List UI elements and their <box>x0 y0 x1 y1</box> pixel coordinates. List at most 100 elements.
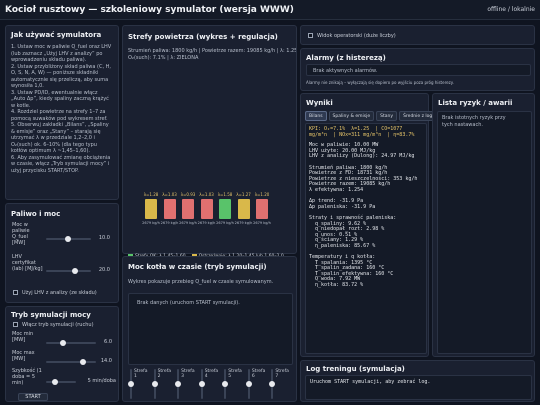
analysis-checkbox[interactable] <box>13 290 18 295</box>
trend-chart-area: Brak danych (uruchom START symulacji). <box>128 293 293 365</box>
alarms-panel: Alarmy (z histerezą) Brak aktywnych alar… <box>300 48 535 91</box>
risks-text: Brak istotnych ryzyk przy tych nastawach… <box>442 115 506 128</box>
zones-panel: Strefy powietrza (wykres + regulacja) St… <box>122 25 297 278</box>
results-tab[interactable]: Średnie z log <box>399 111 437 121</box>
log-box: Uruchom START symulacji, aby zebrać log. <box>305 375 532 400</box>
zone-slider[interactable] <box>269 369 276 399</box>
risks-box: Brak istotnych ryzyk przy tych nastawach… <box>437 111 532 354</box>
zone-slider-label: Strefa 1 <box>134 369 148 379</box>
operator-checkbox[interactable] <box>308 33 313 38</box>
zone-slider[interactable] <box>175 369 182 399</box>
zone-slider[interactable] <box>151 369 158 399</box>
results-tab[interactable]: Spaliny & emisje <box>328 111 375 121</box>
moc-value: 10.0 <box>98 235 110 241</box>
zone-slider[interactable] <box>245 369 252 399</box>
zone-slider-knob[interactable] <box>151 381 158 387</box>
zone-slider[interactable] <box>128 369 134 399</box>
speed-label: Szybkość (1 doba = 5 min) <box>12 368 42 386</box>
zone-chart: λ=1.28 2679 kg/h λ=1.03 2679 kg/h λ=0.93 2679… <box>142 167 275 237</box>
zone-bar-label: λ=1.20 <box>254 192 270 197</box>
zones-title: Strefy powietrza (wykres + regulacja) <box>128 33 278 41</box>
operator-panel: Widok operatorski (duże liczby) <box>300 25 535 45</box>
speed-slider-knob[interactable] <box>52 379 58 385</box>
max-value: 14.0 <box>100 358 112 364</box>
results-panel: Wyniki Bilans Spaliny & emisje Stany Średni… <box>300 93 437 357</box>
zone-slider-label: Strefa 5 <box>228 369 242 379</box>
zone-bar-flow: 2679 kg/h <box>160 221 179 225</box>
top-bar: Kocioł rusztowy — szkoleniowy symulator … <box>0 0 540 20</box>
zone-slider-knob[interactable] <box>222 381 229 387</box>
instructions-title: Jak używać symulatora <box>11 31 102 39</box>
zone-slider[interactable] <box>222 369 229 399</box>
trend-desc: Wykres pokazuje przebieg Q_fuel w czasie… <box>128 279 274 285</box>
fuel-title: Paliwo i moc <box>11 210 61 218</box>
zone-sliders: Strefa 1 Strefa 2 Strefa 3 Strefa 4 Strefa 5… <box>128 369 293 401</box>
speed-slider[interactable] <box>46 379 76 385</box>
sim-enable-label: Włącz tryb symulacji (ruchu) <box>22 322 94 328</box>
moc-slider[interactable] <box>46 236 91 242</box>
zone-slider-label: Strefa 3 <box>181 369 195 379</box>
lhv-slider-knob[interactable] <box>72 268 78 274</box>
zone-slider-label: Strefa 2 <box>157 369 172 379</box>
zone-slider[interactable] <box>198 369 205 399</box>
min-label: Moc min [MW] <box>12 331 34 343</box>
results-body: Moc w paliwie: 10.00 MW LHV użyte: 20.00… <box>309 142 418 289</box>
zone-bar <box>256 199 268 219</box>
zone-slider-knob[interactable] <box>269 381 276 387</box>
zone-bar-label: λ=1.03 <box>199 192 214 197</box>
zone-slider-label: Strefa 7 <box>275 369 289 379</box>
max-label: Moc max [MW] <box>12 350 35 362</box>
trend-placeholder: Brak danych (uruchom START symulacji). <box>137 300 240 306</box>
zone-slider-label: Strefa 6 <box>251 369 266 379</box>
zone-slider-label: Strefa 4 <box>204 369 219 379</box>
results-box: KPI: O₂=7.1% λ=1.25 | CO=1077 mg/m³n | N… <box>305 123 427 354</box>
zone-bar <box>200 199 213 219</box>
log-title: Log treningu (symulacja) <box>306 365 405 373</box>
zone-bar-flow: 2679 kg/h <box>234 221 253 225</box>
min-slider[interactable] <box>46 340 96 346</box>
zone-bar <box>219 199 231 219</box>
lhv-value: 20.0 <box>98 267 110 273</box>
instructions-panel: Jak używać symulatora 1. Ustaw moc w pal… <box>5 25 119 200</box>
zone-bar-label: λ=1.27 <box>236 192 251 197</box>
min-value: 6.0 <box>104 339 112 345</box>
zone-bar-label: λ=1.28 <box>143 192 159 197</box>
zone-bar-flow: 2679 kg/h <box>142 221 160 225</box>
mode-label: offline / lokalnie <box>487 6 535 13</box>
results-tabs: Bilans Spaliny & emisje Stany Średnie z log <box>305 111 437 121</box>
trend-title: Moc kotła w czasie (tryb symulacji) <box>128 263 267 271</box>
fuel-panel: Paliwo i moc Moc w paliwie Q_fuel [MW] 1… <box>5 203 119 303</box>
zones-info-2: O₂(such): 7.1% | λ: ZIELONA <box>128 55 199 61</box>
analysis-checkbox-label: Użyj LHV z analizy (ze składu) <box>22 290 97 296</box>
zone-slider-knob[interactable] <box>245 381 252 387</box>
lhv-label: LHV certyfikat (lab) [MJ/kg] <box>12 254 43 272</box>
trend-panel: Moc kotła w czasie (tryb symulacji) Wykr… <box>122 256 297 402</box>
min-slider-knob[interactable] <box>60 340 66 346</box>
max-slider-knob[interactable] <box>80 359 86 365</box>
zone-bar-flow: 2679 kg/h <box>179 221 197 225</box>
alarms-title: Alarmy (z histerezą) <box>306 54 386 62</box>
results-kpi: KPI: O₂=7.1% λ=1.25 | CO=1077 mg/m³n | N… <box>309 126 415 138</box>
start-button[interactable]: START <box>18 393 48 401</box>
results-tab[interactable]: Bilans <box>305 111 327 121</box>
alarms-none: Brak aktywnych alarmów. <box>313 68 378 74</box>
zone-slider-knob[interactable] <box>198 381 205 387</box>
lhv-slider[interactable] <box>46 268 91 274</box>
zone-slider-knob[interactable] <box>175 381 182 387</box>
zone-bar-label: λ=0.93 <box>180 192 196 197</box>
zone-bar <box>237 199 250 219</box>
results-title: Wyniki <box>306 99 333 107</box>
instructions-text: 1. Ustaw moc w paliwie Q_fuel oraz LHV (… <box>11 44 112 174</box>
results-tab[interactable]: Stany <box>376 111 398 121</box>
moc-slider-knob[interactable] <box>65 236 71 242</box>
zone-bar <box>182 199 194 219</box>
alarms-box: Brak aktywnych alarmów. <box>306 64 531 76</box>
sim-enable-checkbox[interactable] <box>13 322 18 327</box>
moc-label: Moc w paliwie Q_fuel [MW] <box>12 222 30 246</box>
power-sim-title: Tryb symulacji mocy <box>11 311 91 319</box>
zones-info-1: Strumień paliwa: 1800 kg/h | Powietrze r… <box>128 48 296 54</box>
power-sim-panel: Tryb symulacji mocy Włącz tryb symulacji… <box>5 306 119 402</box>
speed-value: 5 min/doba <box>87 378 116 384</box>
zone-slider-knob[interactable] <box>128 381 134 387</box>
max-slider[interactable] <box>46 359 96 365</box>
